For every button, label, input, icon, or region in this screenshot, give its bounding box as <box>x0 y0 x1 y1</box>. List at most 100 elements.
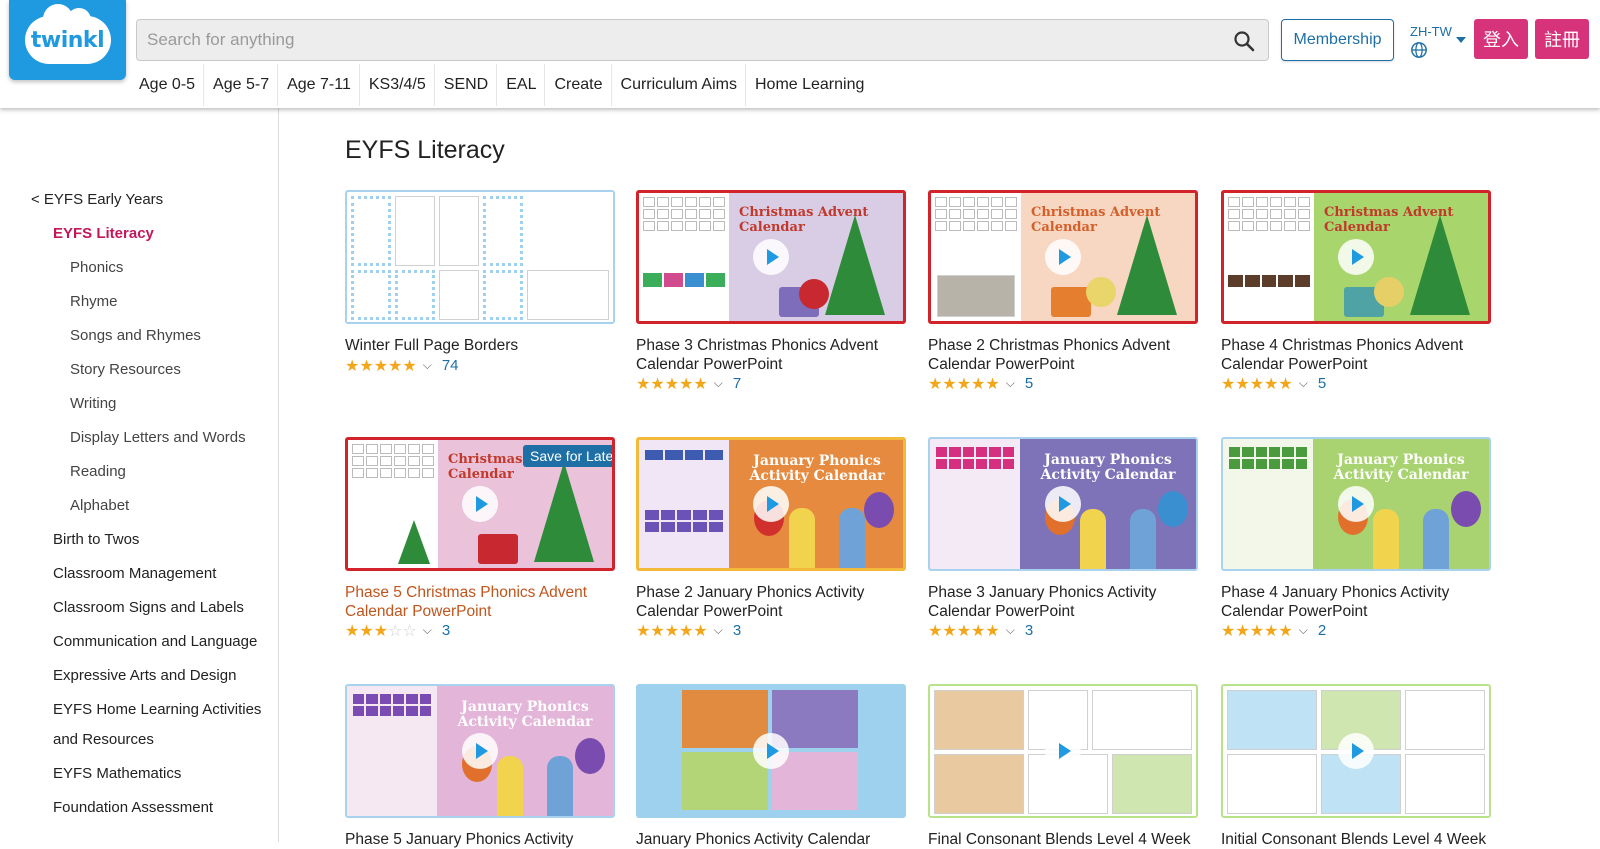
star-rating-icon: ★★★★★ <box>636 620 708 640</box>
nav-create[interactable]: Create <box>545 64 612 106</box>
review-count[interactable]: 3 <box>1025 622 1033 639</box>
resource-thumbnail[interactable] <box>928 684 1198 818</box>
review-count[interactable]: 7 <box>733 375 741 392</box>
category-sidebar: < EYFS Early Years EYFS Literacy Phonics… <box>0 108 279 842</box>
play-icon[interactable] <box>1338 733 1374 769</box>
review-count[interactable]: 3 <box>442 622 450 639</box>
resource-title[interactable]: January Phonics Activity Calendar <box>636 830 926 849</box>
chevron-down-icon[interactable]: ⌵ <box>1299 376 1308 391</box>
sidebar-item-eyfs-literacy[interactable]: EYFS Literacy <box>53 225 154 242</box>
register-button[interactable]: 註冊 <box>1535 19 1589 59</box>
nav-age-7-11[interactable]: Age 7-11 <box>278 64 360 106</box>
play-icon[interactable] <box>462 486 498 522</box>
resource-thumbnail[interactable] <box>345 190 615 324</box>
play-icon[interactable] <box>753 239 789 275</box>
sidebar-item-rhyme[interactable]: Rhyme <box>70 293 118 310</box>
play-icon[interactable] <box>1338 486 1374 522</box>
resource-thumbnail[interactable]: Christmas Advent Calendar <box>928 190 1198 324</box>
chevron-down-icon[interactable]: ⌵ <box>1299 623 1308 638</box>
sidebar-item-reading[interactable]: Reading <box>70 463 126 480</box>
resource-thumbnail[interactable] <box>1221 684 1491 818</box>
review-count[interactable]: 74 <box>442 357 459 374</box>
sidebar-item-songs-and-rhymes[interactable]: Songs and Rhymes <box>70 327 201 344</box>
resource-title[interactable]: Phase 5 Christmas Phonics Advent Calenda… <box>345 583 635 621</box>
nav-age-0-5[interactable]: Age 0-5 <box>130 64 205 106</box>
sidebar-item-phonics[interactable]: Phonics <box>70 259 123 276</box>
resource-thumbnail[interactable]: Christmas Advent Calendar Save for Later <box>345 437 615 571</box>
resource-title[interactable]: Phase 5 January Phonics Activity <box>345 830 635 849</box>
main-nav: Age 0-5 Age 5-7 Age 7-11 KS3/4/5 SEND EA… <box>130 64 872 106</box>
play-icon[interactable] <box>753 486 789 522</box>
star-rating-icon: ★★★☆☆ <box>345 620 417 640</box>
membership-button[interactable]: Membership <box>1281 19 1394 61</box>
sidebar-item-expressive-arts[interactable]: Expressive Arts and Design <box>53 667 236 684</box>
nav-curriculum-aims[interactable]: Curriculum Aims <box>612 64 746 106</box>
resource-title[interactable]: Phase 2 Christmas Phonics Advent Calenda… <box>928 336 1218 374</box>
twinkl-logo[interactable]: twinkl <box>9 0 126 80</box>
resource-thumbnail[interactable]: January Phonics Activity Calendar <box>928 437 1198 571</box>
nav-age-5-7[interactable]: Age 5-7 <box>204 64 279 106</box>
chevron-down-icon[interactable]: ⌵ <box>1006 623 1015 638</box>
resource-title[interactable]: Phase 3 January Phonics Activity Calenda… <box>928 583 1218 621</box>
sidebar-item-display-letters[interactable]: Display Letters and Words <box>70 429 246 446</box>
chevron-down-icon[interactable]: ⌵ <box>423 623 432 638</box>
sidebar-item-classroom-management[interactable]: Classroom Management <box>53 565 216 582</box>
resource-thumbnail[interactable]: January Phonics Activity Calendar <box>345 684 615 818</box>
thumbnail-heading: January Phonics Activity Calendar <box>457 699 593 730</box>
star-rating-icon: ★★★★★ <box>345 355 417 375</box>
search-icon[interactable] <box>1232 29 1256 53</box>
play-icon[interactable] <box>1045 733 1081 769</box>
thumbnail-heading: January Phonics Activity Calendar <box>1040 452 1176 483</box>
resource-thumbnail[interactable]: Christmas Advent Calendar <box>636 190 906 324</box>
review-count[interactable]: 5 <box>1318 375 1326 392</box>
resource-thumbnail[interactable]: January Phonics Activity Calendar <box>1221 437 1491 571</box>
resource-title[interactable]: Phase 3 Christmas Phonics Advent Calenda… <box>636 336 926 374</box>
logo-cloud-icon: twinkl <box>24 4 111 64</box>
resource-title[interactable]: Initial Consonant Blends Level 4 Week <box>1221 830 1511 849</box>
sidebar-item-communication-language[interactable]: Communication and Language <box>53 633 257 650</box>
rating: ★★★★★ ⌵ 3 <box>928 620 1033 640</box>
sidebar-item-alphabet[interactable]: Alphabet <box>70 497 129 514</box>
save-for-later-button[interactable]: Save for Later <box>523 445 612 467</box>
resource-title[interactable]: Winter Full Page Borders <box>345 336 635 355</box>
rating: ★★★★★ ⌵ 5 <box>1221 374 1326 393</box>
play-icon[interactable] <box>1045 486 1081 522</box>
sidebar-item-foundation-assessment[interactable]: Foundation Assessment <box>53 799 213 816</box>
nav-send[interactable]: SEND <box>435 64 498 106</box>
login-button[interactable]: 登入 <box>1474 19 1528 59</box>
chevron-down-icon[interactable]: ⌵ <box>423 358 432 373</box>
play-icon[interactable] <box>1338 239 1374 275</box>
review-count[interactable]: 2 <box>1318 622 1326 639</box>
nav-home-learning[interactable]: Home Learning <box>746 64 872 106</box>
sidebar-item-home-learning[interactable]: EYFS Home Learning Activities <box>53 701 261 718</box>
play-icon[interactable] <box>1045 239 1081 275</box>
resource-title[interactable]: Phase 4 January Phonics Activity Calenda… <box>1221 583 1511 621</box>
language-selector[interactable]: ZH-TW <box>1410 24 1470 60</box>
play-icon[interactable] <box>753 733 789 769</box>
rating: ★★★★★ ⌵ 3 <box>636 620 741 640</box>
chevron-down-icon[interactable]: ⌵ <box>1006 376 1015 391</box>
review-count[interactable]: 3 <box>733 622 741 639</box>
chevron-down-icon[interactable]: ⌵ <box>714 623 723 638</box>
play-icon[interactable] <box>462 733 498 769</box>
sidebar-item-classroom-signs[interactable]: Classroom Signs and Labels <box>53 599 244 616</box>
review-count[interactable]: 5 <box>1025 375 1033 392</box>
sidebar-item-story-resources[interactable]: Story Resources <box>70 361 181 378</box>
resource-title[interactable]: Final Consonant Blends Level 4 Week <box>928 830 1218 849</box>
star-rating-icon: ★★★★★ <box>928 620 1000 640</box>
logo-text: twinkl <box>30 27 105 53</box>
search-input[interactable] <box>137 20 1268 60</box>
resource-thumbnail[interactable] <box>636 684 906 818</box>
sidebar-item-home-learning-cont[interactable]: and Resources <box>53 731 154 748</box>
chevron-down-icon[interactable]: ⌵ <box>714 376 723 391</box>
sidebar-item-eyfs-mathematics[interactable]: EYFS Mathematics <box>53 765 181 782</box>
nav-ks3-4-5[interactable]: KS3/4/5 <box>360 64 435 106</box>
sidebar-back-link[interactable]: < EYFS Early Years <box>31 191 163 208</box>
resource-title[interactable]: Phase 4 Christmas Phonics Advent Calenda… <box>1221 336 1511 374</box>
sidebar-item-writing[interactable]: Writing <box>70 395 116 412</box>
resource-title[interactable]: Phase 2 January Phonics Activity Calenda… <box>636 583 926 621</box>
resource-thumbnail[interactable]: Christmas Advent Calendar <box>1221 190 1491 324</box>
nav-eal[interactable]: EAL <box>497 64 546 106</box>
resource-thumbnail[interactable]: January Phonics Activity Calendar <box>636 437 906 571</box>
sidebar-item-birth-to-twos[interactable]: Birth to Twos <box>53 531 139 548</box>
